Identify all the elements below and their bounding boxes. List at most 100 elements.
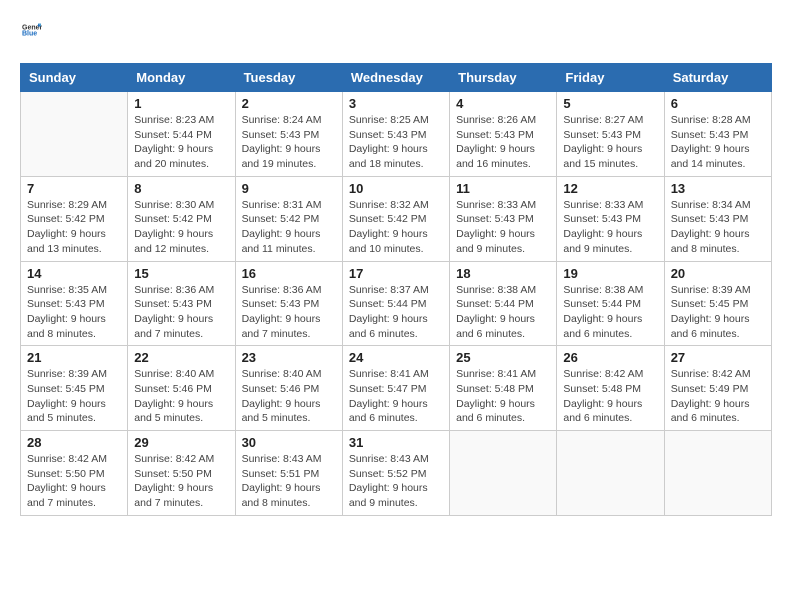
calendar-cell: 26Sunrise: 8:42 AM Sunset: 5:48 PM Dayli… [557,346,664,431]
day-content: Sunrise: 8:42 AM Sunset: 5:50 PM Dayligh… [27,452,121,511]
day-content: Sunrise: 8:23 AM Sunset: 5:44 PM Dayligh… [134,113,228,172]
day-number: 25 [456,350,550,365]
calendar-cell: 4Sunrise: 8:26 AM Sunset: 5:43 PM Daylig… [450,92,557,177]
svg-text:Blue: Blue [22,31,37,38]
day-number: 16 [242,266,336,281]
day-number: 4 [456,96,550,111]
day-content: Sunrise: 8:41 AM Sunset: 5:47 PM Dayligh… [349,367,443,426]
calendar-cell: 12 Sunrise: 8:33 AM Sunset: 5:43 PM Dayli… [557,176,664,261]
calendar-cell: 30 Sunrise: 8:43 AM Sunset: 5:51 PM Dayli… [235,431,342,516]
day-number: 2 [242,96,336,111]
calendar-cell: 21Sunrise: 8:39 AM Sunset: 5:45 PM Dayli… [21,346,128,431]
day-number: 18 [456,266,550,281]
calendar-cell: 13Sunrise: 8:34 AM Sunset: 5:43 PM Dayli… [664,176,771,261]
calendar-cell [450,431,557,516]
calendar-cell [21,92,128,177]
calendar-week-2: 7 Sunrise: 8:29 AM Sunset: 5:42 PM Daylig… [21,176,772,261]
calendar-cell: 15 Sunrise: 8:36 AM Sunset: 5:43 PM Dayli… [128,261,235,346]
calendar-cell: 20 Sunrise: 8:39 AM Sunset: 5:45 PM Dayli… [664,261,771,346]
calendar-cell: 6 Sunrise: 8:28 AM Sunset: 5:43 PM Daylig… [664,92,771,177]
day-content: Sunrise: 8:33 AM Sunset: 5:43 PM Dayligh… [563,198,657,257]
day-number: 3 [349,96,443,111]
day-number: 21 [27,350,121,365]
day-content: Sunrise: 8:29 AM Sunset: 5:42 PM Dayligh… [27,198,121,257]
day-content: Sunrise: 8:40 AM Sunset: 5:46 PM Dayligh… [242,367,336,426]
calendar-cell [664,431,771,516]
calendar-cell: 22 Sunrise: 8:40 AM Sunset: 5:46 PM Dayli… [128,346,235,431]
weekday-header-sunday: Sunday [21,64,128,92]
day-content: Sunrise: 8:43 AM Sunset: 5:52 PM Dayligh… [349,452,443,511]
day-content: Sunrise: 8:36 AM Sunset: 5:43 PM Dayligh… [134,283,228,342]
calendar-cell: 18 Sunrise: 8:38 AM Sunset: 5:44 PM Dayli… [450,261,557,346]
calendar-week-1: 1Sunrise: 8:23 AM Sunset: 5:44 PM Daylig… [21,92,772,177]
calendar-cell [557,431,664,516]
day-number: 11 [456,181,550,196]
day-number: 31 [349,435,443,450]
calendar-cell: 27 Sunrise: 8:42 AM Sunset: 5:49 PM Dayli… [664,346,771,431]
day-number: 10 [349,181,443,196]
calendar-table: SundayMondayTuesdayWednesdayThursdayFrid… [20,63,772,516]
calendar-cell: 1Sunrise: 8:23 AM Sunset: 5:44 PM Daylig… [128,92,235,177]
calendar-cell: 17Sunrise: 8:37 AM Sunset: 5:44 PM Dayli… [342,261,449,346]
day-number: 14 [27,266,121,281]
day-number: 13 [671,181,765,196]
calendar-cell: 28 Sunrise: 8:42 AM Sunset: 5:50 PM Dayli… [21,431,128,516]
weekday-header-tuesday: Tuesday [235,64,342,92]
day-number: 23 [242,350,336,365]
calendar-cell: 31 Sunrise: 8:43 AM Sunset: 5:52 PM Dayli… [342,431,449,516]
day-number: 8 [134,181,228,196]
day-number: 30 [242,435,336,450]
day-content: Sunrise: 8:28 AM Sunset: 5:43 PM Dayligh… [671,113,765,172]
day-content: Sunrise: 8:38 AM Sunset: 5:44 PM Dayligh… [563,283,657,342]
calendar-cell: 5 Sunrise: 8:27 AM Sunset: 5:43 PM Daylig… [557,92,664,177]
calendar-cell: 19 Sunrise: 8:38 AM Sunset: 5:44 PM Dayli… [557,261,664,346]
day-content: Sunrise: 8:42 AM Sunset: 5:49 PM Dayligh… [671,367,765,426]
day-number: 22 [134,350,228,365]
calendar-cell: 14Sunrise: 8:35 AM Sunset: 5:43 PM Dayli… [21,261,128,346]
weekday-header-friday: Friday [557,64,664,92]
day-content: Sunrise: 8:31 AM Sunset: 5:42 PM Dayligh… [242,198,336,257]
day-number: 6 [671,96,765,111]
calendar-cell: 2 Sunrise: 8:24 AM Sunset: 5:43 PM Daylig… [235,92,342,177]
calendar-cell: 3 Sunrise: 8:25 AM Sunset: 5:43 PM Daylig… [342,92,449,177]
weekday-header-saturday: Saturday [664,64,771,92]
weekday-header-monday: Monday [128,64,235,92]
day-number: 29 [134,435,228,450]
calendar-cell: 29 Sunrise: 8:42 AM Sunset: 5:50 PM Dayli… [128,431,235,516]
day-number: 27 [671,350,765,365]
day-number: 15 [134,266,228,281]
day-content: Sunrise: 8:33 AM Sunset: 5:43 PM Dayligh… [456,198,550,257]
day-number: 5 [563,96,657,111]
day-content: Sunrise: 8:41 AM Sunset: 5:48 PM Dayligh… [456,367,550,426]
day-number: 12 [563,181,657,196]
day-content: Sunrise: 8:37 AM Sunset: 5:44 PM Dayligh… [349,283,443,342]
day-content: Sunrise: 8:43 AM Sunset: 5:51 PM Dayligh… [242,452,336,511]
calendar-cell: 9 Sunrise: 8:31 AM Sunset: 5:42 PM Daylig… [235,176,342,261]
day-content: Sunrise: 8:30 AM Sunset: 5:42 PM Dayligh… [134,198,228,257]
calendar-cell: 11 Sunrise: 8:33 AM Sunset: 5:43 PM Dayli… [450,176,557,261]
day-content: Sunrise: 8:27 AM Sunset: 5:43 PM Dayligh… [563,113,657,172]
day-content: Sunrise: 8:36 AM Sunset: 5:43 PM Dayligh… [242,283,336,342]
calendar-cell: 10Sunrise: 8:32 AM Sunset: 5:42 PM Dayli… [342,176,449,261]
day-content: Sunrise: 8:24 AM Sunset: 5:43 PM Dayligh… [242,113,336,172]
day-content: Sunrise: 8:25 AM Sunset: 5:43 PM Dayligh… [349,113,443,172]
weekday-header-thursday: Thursday [450,64,557,92]
calendar-cell: 7 Sunrise: 8:29 AM Sunset: 5:42 PM Daylig… [21,176,128,261]
day-content: Sunrise: 8:42 AM Sunset: 5:50 PM Dayligh… [134,452,228,511]
day-number: 26 [563,350,657,365]
day-number: 9 [242,181,336,196]
day-content: Sunrise: 8:38 AM Sunset: 5:44 PM Dayligh… [456,283,550,342]
day-content: Sunrise: 8:39 AM Sunset: 5:45 PM Dayligh… [671,283,765,342]
weekday-header-wednesday: Wednesday [342,64,449,92]
calendar-cell: 23 Sunrise: 8:40 AM Sunset: 5:46 PM Dayli… [235,346,342,431]
calendar-week-4: 21Sunrise: 8:39 AM Sunset: 5:45 PM Dayli… [21,346,772,431]
calendar-cell: 8 Sunrise: 8:30 AM Sunset: 5:42 PM Daylig… [128,176,235,261]
day-number: 19 [563,266,657,281]
day-content: Sunrise: 8:40 AM Sunset: 5:46 PM Dayligh… [134,367,228,426]
day-number: 7 [27,181,121,196]
calendar-week-3: 14Sunrise: 8:35 AM Sunset: 5:43 PM Dayli… [21,261,772,346]
day-number: 24 [349,350,443,365]
day-number: 20 [671,266,765,281]
calendar-cell: 16 Sunrise: 8:36 AM Sunset: 5:43 PM Dayli… [235,261,342,346]
day-number: 28 [27,435,121,450]
